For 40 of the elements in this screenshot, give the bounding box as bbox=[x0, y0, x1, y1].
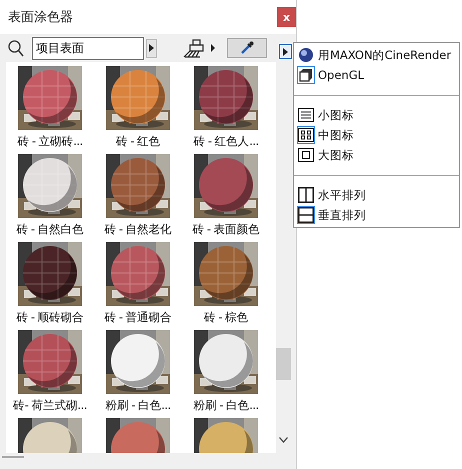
dropdown-button[interactable] bbox=[146, 38, 157, 58]
triangle-icon bbox=[149, 44, 154, 52]
material-label: 砖 - 顺砖砌合 bbox=[16, 310, 84, 325]
material-label: 砖 - 表面颜色 bbox=[192, 222, 260, 237]
material-label: 砖 - 红色 bbox=[116, 134, 160, 149]
menu-item[interactable]: 中图标 bbox=[294, 125, 459, 145]
menu-item[interactable]: 大图标 bbox=[294, 145, 459, 165]
menu-item[interactable]: 小图标 bbox=[294, 105, 459, 125]
search-field[interactable]: 项目表面 bbox=[32, 36, 144, 60]
material-label: 粉刷 - 白色... bbox=[193, 398, 259, 413]
material-label: 砖 - 自然老化 bbox=[104, 222, 172, 237]
window-title: 表面涂色器 bbox=[8, 9, 73, 26]
material-label: 砖 - 棕色 bbox=[204, 310, 248, 325]
menu-item[interactable]: OpenGL bbox=[294, 65, 459, 85]
square-icon bbox=[298, 148, 314, 162]
material-label: 砖 - 普通砌合 bbox=[104, 310, 172, 325]
menu-item[interactable]: 用MAXON的CineRender bbox=[294, 45, 459, 65]
eyedropper-button[interactable] bbox=[227, 38, 267, 58]
triangle-icon bbox=[283, 48, 288, 56]
menu-button[interactable] bbox=[279, 44, 292, 59]
scrollbar-thumb[interactable] bbox=[276, 348, 291, 380]
columns-icon bbox=[298, 187, 314, 203]
material-label: 粉刷 - 白色... bbox=[105, 398, 171, 413]
material-label: 砖 - 自然白色 bbox=[16, 222, 84, 237]
grid-icon bbox=[298, 128, 314, 142]
scroll-down-icon[interactable] bbox=[279, 437, 288, 443]
paintbrush-icon[interactable] bbox=[183, 38, 217, 58]
material-label: 砖 - 红色人... bbox=[193, 134, 259, 149]
material-label: 砖- 荷兰式砌... bbox=[13, 398, 87, 413]
close-button[interactable]: x bbox=[277, 7, 296, 27]
scrollbar-thumb[interactable] bbox=[2, 456, 24, 458]
sphere-icon bbox=[298, 47, 314, 63]
cube-icon bbox=[299, 68, 313, 82]
list-icon bbox=[298, 108, 314, 122]
menu-item[interactable]: 垂直排列 bbox=[294, 205, 459, 225]
rows-icon bbox=[298, 207, 314, 223]
eyedropper-icon bbox=[240, 41, 254, 55]
search-icon[interactable] bbox=[8, 40, 24, 56]
menu-item[interactable]: 水平排列 bbox=[294, 185, 459, 205]
material-label: 砖 - 立砌砖... bbox=[17, 134, 83, 149]
